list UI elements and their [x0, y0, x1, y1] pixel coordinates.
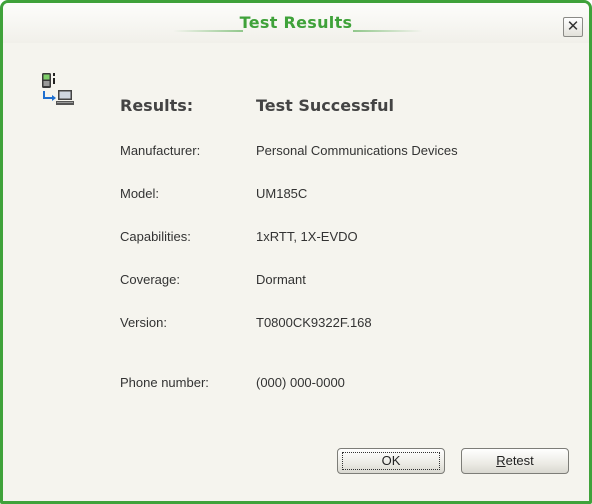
- retest-mnemonic: R: [496, 453, 506, 468]
- results-label: Results:: [120, 96, 194, 115]
- coverage-value: Dormant: [256, 272, 306, 287]
- version-label: Version:: [120, 315, 167, 330]
- phone-number-value: (000) 000-0000: [256, 375, 345, 390]
- retest-label: etest: [505, 453, 534, 468]
- test-results-dialog: Test Results ✕ Results: Test Successful …: [0, 0, 592, 504]
- capabilities-value: 1xRTT, 1X-EVDO: [256, 229, 358, 244]
- ok-button-label: OK: [342, 452, 440, 470]
- ok-button[interactable]: OK: [337, 448, 445, 474]
- model-value: UM185C: [256, 186, 308, 201]
- model-label: Model:: [120, 186, 160, 201]
- phone-to-computer-icon: [42, 73, 74, 105]
- window-title: Test Results: [239, 13, 353, 32]
- title-bar[interactable]: Test Results ✕: [3, 3, 589, 43]
- capabilities-label: Capabilities:: [120, 229, 191, 244]
- version-value: T0800CK9322F.168: [256, 315, 372, 330]
- results-value: Test Successful: [256, 96, 394, 115]
- phone-number-label: Phone number:: [120, 375, 209, 390]
- retest-button[interactable]: Retest: [461, 448, 569, 474]
- close-button[interactable]: ✕: [563, 17, 583, 37]
- title-decoration-right: [353, 30, 423, 32]
- close-icon: ✕: [566, 17, 580, 35]
- coverage-label: Coverage:: [120, 272, 180, 287]
- manufacturer-value: Personal Communications Devices: [256, 143, 458, 158]
- manufacturer-label: Manufacturer:: [120, 143, 201, 158]
